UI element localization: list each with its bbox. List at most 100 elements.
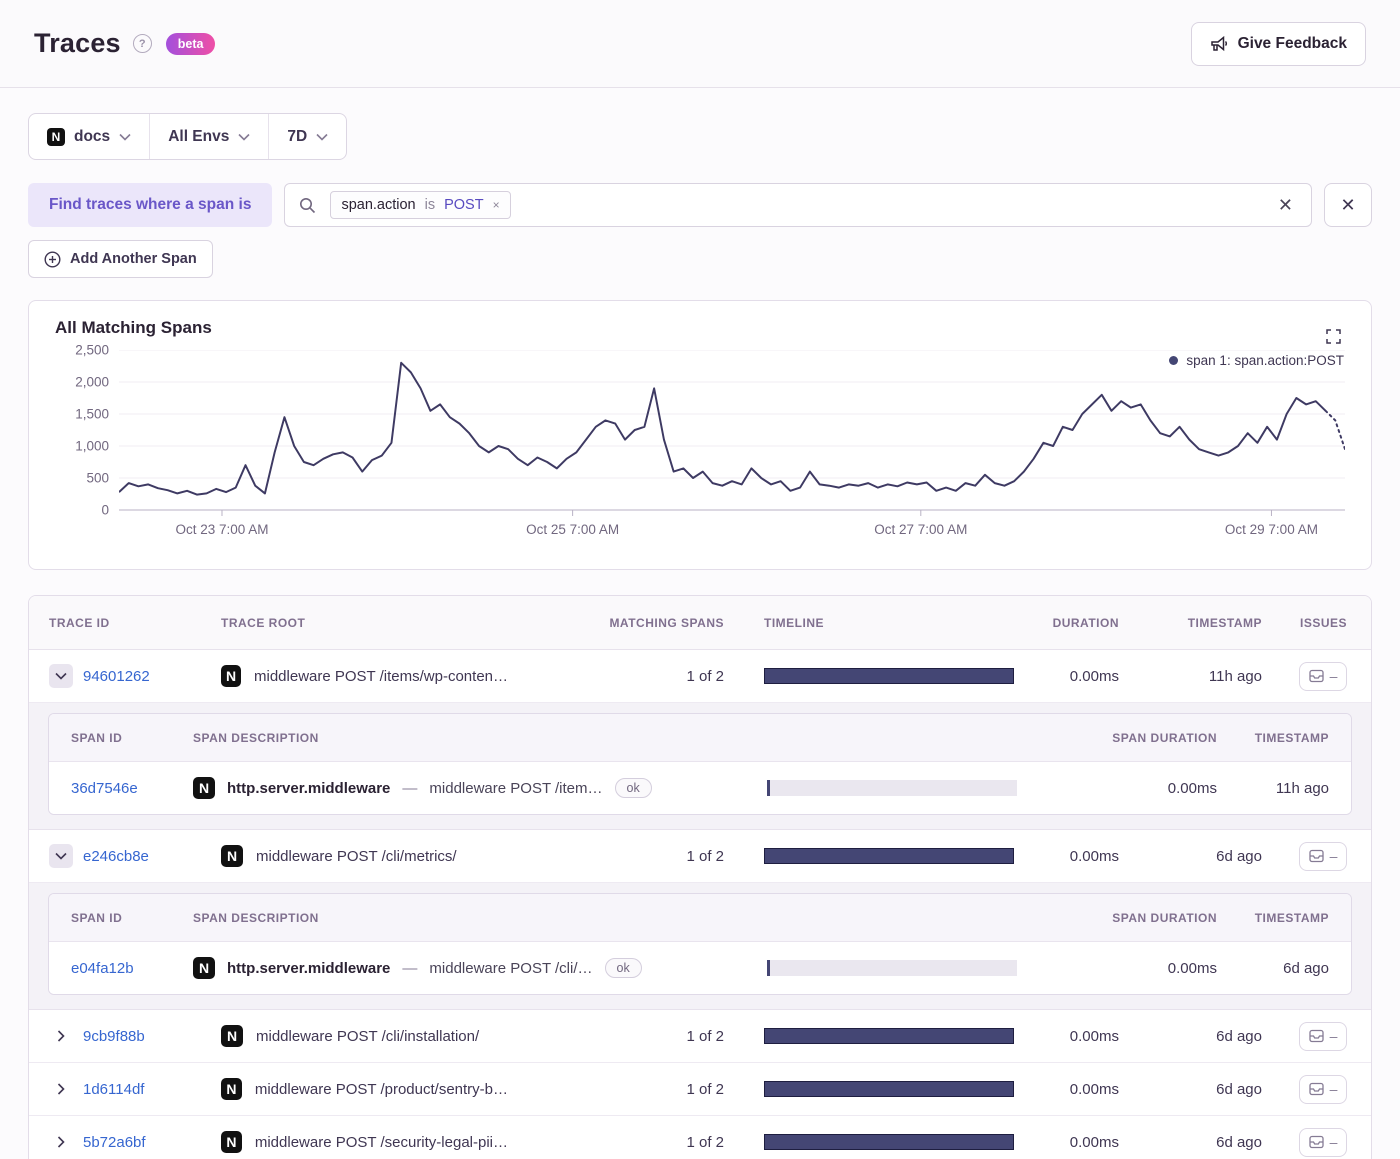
date-range-filter[interactable]: 7D [268, 114, 346, 159]
span-op: http.server.middleware [227, 959, 391, 977]
span-separator: — [402, 959, 418, 977]
add-another-span-label: Add Another Span [70, 251, 197, 267]
col-duration: DURATION [1052, 615, 1119, 630]
span-table-header: SPAN ID SPAN DESCRIPTION SPAN DURATION T… [49, 714, 1351, 762]
nextjs-logo-icon: N [221, 665, 242, 687]
table-row[interactable]: 9cb9f88b N middleware POST /cli/installa… [29, 1010, 1371, 1063]
col-trace-root: TRACE ROOT [221, 615, 306, 630]
span-id-link[interactable]: e04fa12b [71, 960, 134, 977]
table-row[interactable]: 1d6114df N middleware POST /product/sent… [29, 1063, 1371, 1116]
chevron-right-icon [57, 1136, 65, 1148]
col-span-timestamp: TIMESTAMP [1254, 910, 1329, 925]
token-remove-icon[interactable]: × [493, 198, 500, 212]
matching-spans-count: 1 of 2 [686, 1133, 724, 1151]
trace-root-text: middleware POST /product/sentry-b… [254, 1080, 508, 1098]
content: N docs All Envs 7D Find traces where a s… [0, 88, 1400, 1159]
timeline-bar [764, 668, 1014, 684]
remove-span-query-button[interactable]: ✕ [1324, 183, 1372, 227]
col-span-description: SPAN DESCRIPTION [193, 730, 319, 745]
issues-empty-dash: – [1329, 668, 1338, 684]
expand-row-button[interactable] [49, 1077, 73, 1101]
add-another-span-button[interactable]: Add Another Span [28, 240, 213, 278]
x-tick-label: Oct 29 7:00 AM [1224, 522, 1318, 537]
matching-spans-count: 1 of 2 [686, 1080, 724, 1098]
issues-empty-dash: – [1329, 1028, 1338, 1044]
y-tick-label: 1,000 [75, 438, 109, 454]
duration-value: 0.00ms [1069, 1027, 1119, 1045]
nextjs-logo-icon: N [221, 845, 243, 867]
environment-filter[interactable]: All Envs [149, 114, 268, 159]
span-search-input[interactable]: span.action is POST × ✕ [284, 183, 1312, 227]
clear-search-icon[interactable]: ✕ [1274, 192, 1297, 218]
table-row[interactable]: e246cb8e N middleware POST /cli/metrics/… [29, 830, 1371, 883]
span-group: SPAN ID SPAN DESCRIPTION SPAN DURATION T… [29, 883, 1371, 1010]
trace-id-link[interactable]: 9cb9f88b [83, 1028, 145, 1045]
project-filter[interactable]: N docs [29, 114, 149, 159]
timestamp-value[interactable]: 11h ago [1208, 667, 1262, 685]
span-table: SPAN ID SPAN DESCRIPTION SPAN DURATION T… [48, 893, 1352, 995]
token-key: span.action [341, 197, 416, 213]
filter-bar: N docs All Envs 7D [28, 113, 348, 160]
issues-button[interactable]: – [1299, 1074, 1347, 1104]
expand-row-button[interactable] [49, 1130, 73, 1154]
issues-button[interactable]: – [1299, 841, 1347, 871]
col-issues: ISSUES [1299, 615, 1347, 630]
trace-id-link[interactable]: 1d6114df [83, 1081, 144, 1098]
span-description: middleware POST /item… [429, 779, 603, 797]
col-span-id: SPAN ID [71, 910, 123, 925]
col-timestamp: TIMESTAMP [1187, 615, 1262, 630]
table-header-row: TRACE ID TRACE ROOT MATCHING SPANS TIMEL… [29, 596, 1371, 650]
duration-value: 0.00ms [1069, 1133, 1119, 1151]
span-timestamp-value[interactable]: 6d ago [1283, 959, 1329, 977]
date-range-label: 7D [287, 127, 308, 145]
help-icon[interactable]: ? [132, 34, 152, 53]
timestamp-value[interactable]: 6d ago [1216, 1027, 1262, 1045]
issues-button[interactable]: – [1299, 1021, 1347, 1051]
col-span-description: SPAN DESCRIPTION [193, 910, 319, 925]
expand-row-button[interactable] [49, 1024, 73, 1048]
timestamp-value[interactable]: 6d ago [1216, 847, 1262, 865]
megaphone-icon [1210, 35, 1228, 52]
trace-root-text: middleware POST /cli/installation/ [256, 1027, 480, 1045]
span-table-header: SPAN ID SPAN DESCRIPTION SPAN DURATION T… [49, 894, 1351, 942]
table-row[interactable]: 94601262 N middleware POST /items/wp-con… [29, 650, 1371, 703]
y-axis: 2,500 2,000 1,500 1,000 500 0 [55, 343, 119, 518]
trace-id-link[interactable]: 5b72a6bf [83, 1134, 146, 1151]
x-tick-label: Oct 23 7:00 AM [175, 522, 269, 537]
y-tick-label: 2,000 [75, 374, 109, 390]
fullscreen-icon[interactable] [1326, 329, 1341, 347]
collapse-row-button[interactable] [49, 844, 73, 868]
matching-spans-count: 1 of 2 [686, 1027, 724, 1045]
nextjs-logo-icon: N [221, 1131, 242, 1153]
trace-root-text: middleware POST /security-legal-pii… [254, 1133, 508, 1151]
collapse-row-button[interactable] [49, 664, 73, 688]
chevron-right-icon [57, 1083, 65, 1095]
span-row[interactable]: 36d7546e N http.server.middleware — midd… [49, 762, 1351, 814]
issues-empty-dash: – [1329, 1134, 1338, 1150]
span-row[interactable]: e04fa12b N http.server.middleware — midd… [49, 942, 1351, 994]
trace-id-link[interactable]: 94601262 [83, 668, 150, 685]
token-operator: is [424, 197, 436, 213]
issues-empty-dash: – [1329, 848, 1338, 864]
timestamp-value[interactable]: 6d ago [1216, 1133, 1262, 1151]
issues-button[interactable]: – [1299, 1127, 1347, 1157]
span-id-link[interactable]: 36d7546e [71, 780, 138, 797]
issues-button[interactable]: – [1299, 661, 1347, 691]
trace-id-link[interactable]: e246cb8e [83, 848, 149, 865]
filter-token[interactable]: span.action is POST × [330, 191, 511, 219]
all-matching-spans-chart: All Matching Spans span 1: span.action:P… [28, 300, 1372, 570]
chart-title: All Matching Spans [55, 318, 212, 337]
table-row[interactable]: 5b72a6bf N middleware POST /security-leg… [29, 1116, 1371, 1159]
x-tick-label: Oct 27 7:00 AM [874, 522, 968, 537]
project-filter-label: docs [74, 127, 111, 145]
col-trace-id: TRACE ID [49, 615, 110, 630]
col-span-timestamp: TIMESTAMP [1254, 730, 1329, 745]
timestamp-value[interactable]: 6d ago [1216, 1080, 1262, 1098]
timeline-bar [764, 1134, 1014, 1150]
give-feedback-button[interactable]: Give Feedback [1190, 21, 1366, 66]
span-timestamp-value[interactable]: 11h ago [1275, 779, 1329, 797]
span-duration-value: 0.00ms [1167, 779, 1217, 797]
spans-chart-svg [119, 350, 1345, 516]
traces-table: TRACE ID TRACE ROOT MATCHING SPANS TIMEL… [28, 595, 1372, 1159]
chart-plot-area[interactable]: Oct 23 7:00 AM Oct 25 7:00 AM Oct 27 7:0… [119, 350, 1345, 537]
